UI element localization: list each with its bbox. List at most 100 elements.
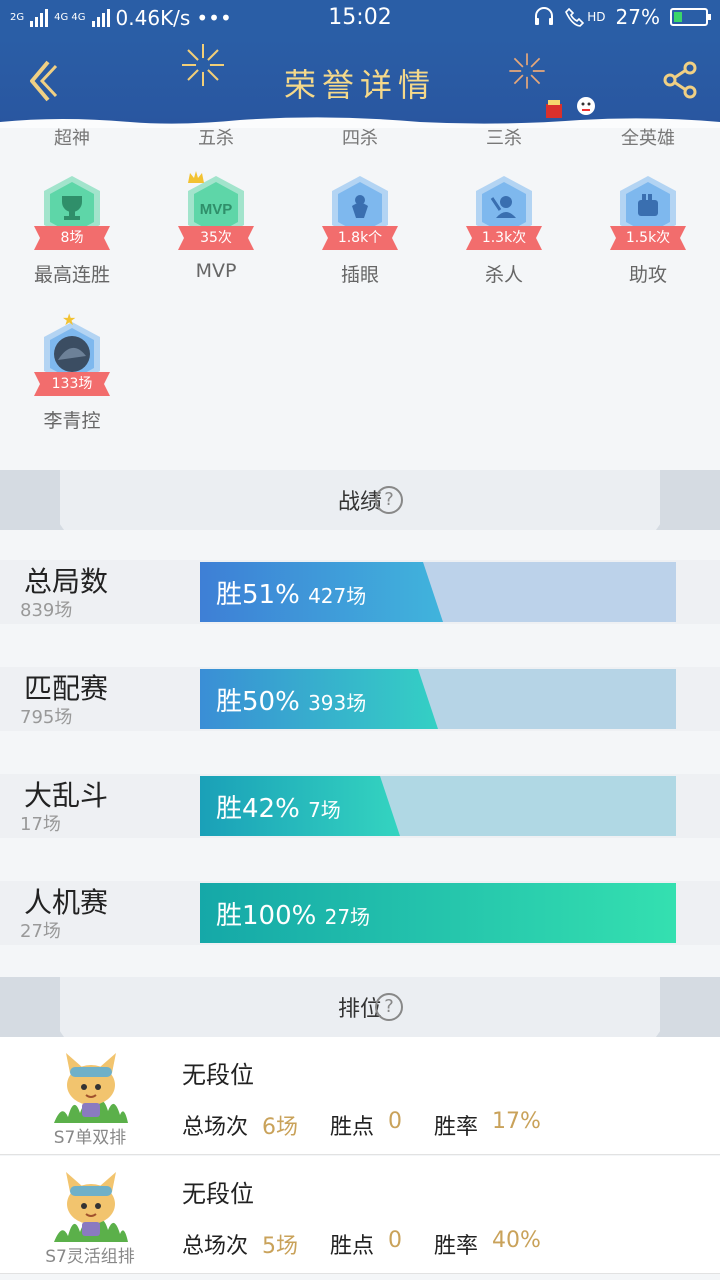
- win-count: 393场: [308, 691, 367, 715]
- win-count: 7场: [308, 798, 341, 822]
- total-games-value: 5场: [262, 1234, 299, 1259]
- rank-stats: 总场次 6场 胜点 0 胜率 17%: [182, 1109, 573, 1141]
- badge-name: 杀人: [484, 264, 523, 286]
- rank-tier: 无段位: [182, 1180, 254, 1208]
- win-percent: 胜50%: [216, 687, 300, 717]
- badge-ribbon: 8场: [34, 226, 110, 250]
- honor-label: 超神: [54, 128, 90, 149]
- honor-badge[interactable]: 1.3k次杀人: [432, 170, 576, 300]
- tier-avatar-icon: [54, 1172, 128, 1242]
- win-count: 27场: [324, 905, 371, 929]
- win-rate-text: 胜51% 427场: [216, 574, 366, 611]
- stat-name: 匹配赛: [24, 672, 109, 705]
- win-rate-label: 胜率: [434, 1234, 479, 1259]
- rank-stats: 总场次 5场 胜点 0 胜率 40%: [182, 1228, 573, 1260]
- stats-section-title: 战绩: [337, 490, 382, 515]
- honor-badge[interactable]: ★ 133场李青控: [0, 310, 144, 446]
- crown-icon: [188, 168, 204, 187]
- lp-label: 胜点: [330, 1234, 375, 1259]
- badge-ribbon: 133场: [34, 372, 110, 396]
- rank-row[interactable]: S7单双排 无段位总场次 6场 胜点 0 胜率 17%: [0, 1037, 720, 1155]
- badge-count: 8场: [60, 230, 84, 246]
- battery-percent: 27%: [615, 5, 660, 29]
- lp-label: 胜点: [330, 1115, 375, 1140]
- stat-count: 27场: [20, 921, 61, 942]
- honor-labels: 超神 五杀 四杀 三杀 全英雄: [0, 124, 720, 154]
- badge-ribbon: 1.5k次: [610, 226, 686, 250]
- stat-count: 839场: [20, 600, 73, 621]
- lp-value: 0: [388, 1228, 403, 1253]
- rank-tier: 无段位: [182, 1061, 254, 1089]
- win-rate-value: 40%: [492, 1228, 541, 1253]
- headset-icon: [535, 7, 554, 25]
- win-rate-text: 胜42% 7场: [216, 788, 341, 825]
- honor-label: 三杀: [486, 128, 522, 149]
- win-percent: 胜42%: [216, 794, 300, 824]
- badge-row-2: ★ 133场李青控: [0, 310, 720, 446]
- lp-value: 0: [388, 1109, 403, 1134]
- stat-name: 大乱斗: [24, 779, 109, 812]
- stat-row[interactable]: 大乱斗 17场 胜42% 7场: [0, 774, 720, 838]
- stat-name: 人机赛: [24, 886, 109, 919]
- honor-badge[interactable]: MVP 35次 MVP: [144, 170, 288, 300]
- win-count: 427场: [308, 584, 367, 608]
- win-rate-bar: 胜50% 393场: [200, 669, 676, 729]
- season-label: S7灵活组排: [45, 1247, 135, 1267]
- stat-name: 总局数: [24, 565, 109, 598]
- rank-section-title: 排位: [337, 997, 382, 1022]
- win-percent: 胜51%: [216, 580, 300, 610]
- total-games-value: 6场: [262, 1115, 299, 1140]
- honor-badge[interactable]: 1.8k个插眼: [288, 170, 432, 300]
- badge-count: 1.3k次: [481, 230, 527, 246]
- win-rate-text: 胜50% 393场: [216, 681, 366, 718]
- badge-count: 35次: [200, 230, 232, 246]
- badge-row-1: 8场 最高连胜 MVP 35次 MVP 1.8k个 插眼 1.3k次 杀人 1.5k次 助攻: [0, 170, 720, 300]
- badge-count: 133场: [51, 376, 93, 392]
- page-title: 荣誉详情: [283, 66, 436, 104]
- rank-section-header: 排位 ?: [0, 977, 720, 1037]
- stat-row[interactable]: 人机赛 27场 胜100% 27场: [0, 881, 720, 945]
- total-games-label: 总场次: [182, 1234, 249, 1259]
- season-label: S7单双排: [53, 1128, 127, 1148]
- badge-ribbon: 1.8k个: [322, 226, 398, 250]
- star-icon: ★: [62, 310, 77, 329]
- share-button[interactable]: [660, 60, 700, 100]
- status-bar: 2G 4G 4G 0.46K/s ••• 15:02 HD 27%: [0, 0, 720, 36]
- badge-name: 最高连胜: [33, 264, 110, 286]
- help-icon[interactable]: ?: [375, 993, 403, 1021]
- firework-icon: [509, 53, 545, 89]
- win-rate-label: 胜率: [434, 1115, 479, 1140]
- honor-label: 全英雄: [621, 128, 675, 149]
- badge-name: 李青控: [43, 410, 101, 432]
- battery-icon: [670, 8, 711, 26]
- win-rate-bar: 胜42% 7场: [200, 776, 676, 836]
- badge-ribbon: 1.3k次: [466, 226, 542, 250]
- rank-row[interactable]: S7灵活组排 无段位总场次 5场 胜点 0 胜率 40%: [0, 1156, 720, 1274]
- win-rate-bar: 胜51% 427场: [200, 562, 676, 622]
- badge-name: MVP: [195, 260, 237, 282]
- honor-badge[interactable]: 8场最高连胜: [0, 170, 144, 300]
- tier-avatar-icon: [54, 1053, 128, 1123]
- total-games-label: 总场次: [182, 1115, 249, 1140]
- stat-count: 795场: [20, 707, 73, 728]
- win-rate-value: 17%: [492, 1109, 541, 1134]
- win-rate-bar: 胜100% 27场: [200, 883, 676, 943]
- badge-ribbon: 35次: [178, 226, 254, 250]
- win-percent: 胜100%: [216, 901, 317, 931]
- badge-count: 1.5k次: [625, 230, 671, 246]
- win-rate-text: 胜100% 27场: [216, 895, 370, 932]
- honor-label: 五杀: [198, 128, 234, 149]
- header: 荣誉详情: [0, 36, 720, 128]
- stat-row[interactable]: 匹配赛 795场 胜50% 393场: [0, 667, 720, 731]
- phone-icon: [565, 7, 585, 27]
- honor-badge[interactable]: 1.5k次助攻: [576, 170, 720, 300]
- badge-name: 插眼: [340, 264, 379, 286]
- badge-name: 助攻: [628, 264, 667, 286]
- badge-count: 1.8k个: [337, 230, 383, 246]
- stats-section-header: 战绩 ?: [0, 470, 720, 530]
- stat-row[interactable]: 总局数 839场 胜51% 427场: [0, 560, 720, 624]
- svg-text:MVP: MVP: [200, 201, 233, 218]
- help-icon[interactable]: ?: [375, 486, 403, 514]
- stat-count: 17场: [20, 814, 61, 835]
- honor-label: 四杀: [342, 128, 378, 149]
